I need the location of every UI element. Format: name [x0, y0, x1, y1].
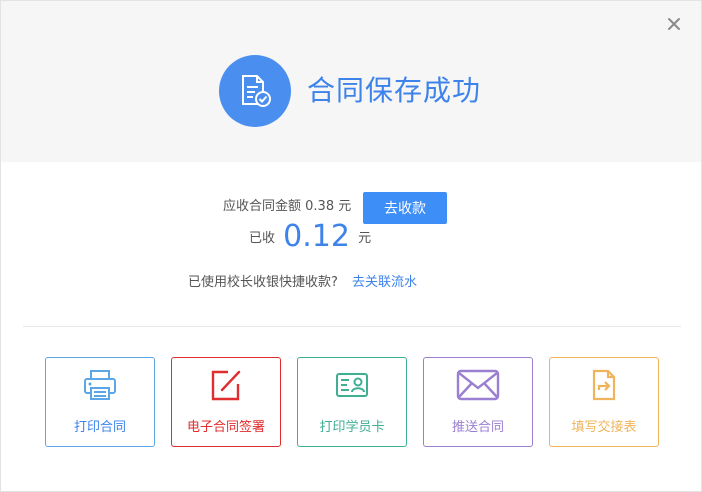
envelope-icon	[424, 368, 532, 404]
receivable-currency: 元	[338, 199, 352, 214]
quick-pay-row: 已使用校长收银快捷收款? 去关联流水	[188, 271, 417, 290]
contract-saved-dialog: 合同保存成功 应收合同金额 0.38 元 去收款 已收 0.12 元 已使用校长…	[0, 0, 702, 492]
collect-payment-button[interactable]: 去收款	[363, 192, 447, 224]
sign-icon	[172, 368, 280, 404]
printer-icon	[46, 368, 154, 404]
card-label: 推送合同	[451, 420, 504, 435]
print-student-card-button[interactable]: 打印学员卡	[297, 357, 407, 447]
link-transactions-link[interactable]: 去关联流水	[352, 275, 417, 290]
e-contract-sign-button[interactable]: 电子合同签署	[171, 357, 281, 447]
received-currency: 元	[358, 231, 372, 246]
quick-pay-text: 已使用校长收银快捷收款?	[188, 275, 338, 290]
card-label: 打印学员卡	[319, 420, 385, 435]
received-amount: 0.12	[283, 219, 350, 254]
received-row: 已收 0.12 元	[249, 219, 371, 254]
receivable-amount: 0.38	[305, 199, 335, 214]
push-contract-button[interactable]: 推送合同	[423, 357, 533, 447]
divider	[23, 326, 681, 327]
close-button[interactable]	[665, 15, 683, 33]
received-label: 已收	[249, 231, 276, 246]
document-check-icon	[219, 55, 291, 127]
card-label: 填写交接表	[571, 420, 637, 435]
print-contract-button[interactable]: 打印合同	[45, 357, 155, 447]
receivable-label: 应收合同金额	[223, 199, 302, 214]
close-icon	[668, 18, 680, 30]
file-export-icon	[550, 368, 658, 404]
card-label: 打印合同	[73, 420, 126, 435]
id-card-icon	[298, 368, 406, 404]
fill-handover-form-button[interactable]: 填写交接表	[549, 357, 659, 447]
card-label: 电子合同签署	[186, 420, 265, 435]
receivable-row: 应收合同金额 0.38 元	[223, 195, 351, 214]
dialog-title: 合同保存成功	[307, 74, 482, 107]
